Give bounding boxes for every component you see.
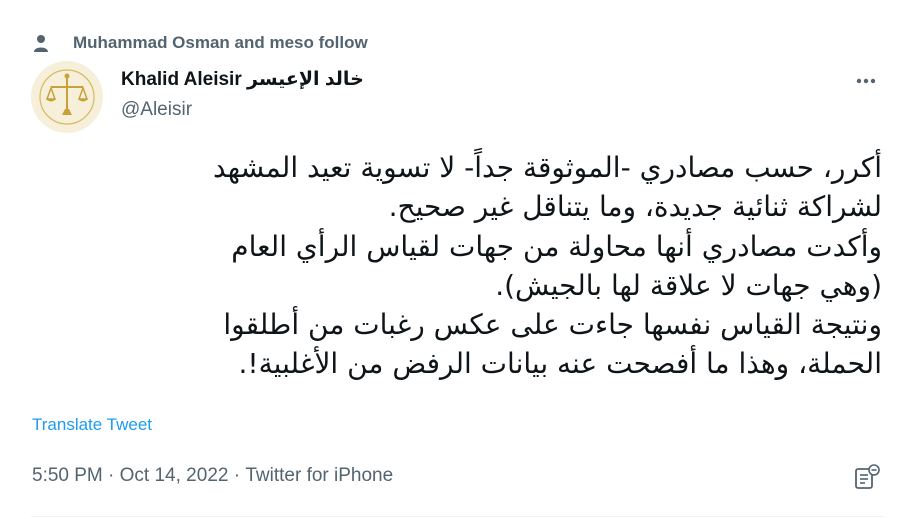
translate-tweet-link[interactable]: Translate Tweet: [32, 415, 152, 435]
author-display-name[interactable]: Khalid Aleisir خالد الإعيسر: [121, 68, 364, 92]
tweet-detail: Muhammad Osman and meso follow Khalid Al…: [0, 0, 907, 519]
tweet-time[interactable]: 5:50 PM: [32, 465, 103, 487]
tweet-text-line: وأكدت مصادري أنها محاولة من جهات لقياس ا…: [231, 229, 882, 263]
author-handle[interactable]: @Aleisir: [121, 98, 364, 122]
tweet-analytics-icon[interactable]: [851, 463, 883, 493]
meta-separator: ·: [228, 465, 246, 486]
tweet-text-line: أكرر، حسب مصادري -الموثوقة جداً- لا تسوي…: [213, 151, 882, 184]
scales-of-justice-logo: [31, 61, 103, 133]
author-block[interactable]: Khalid Aleisir خالد الإعيسر @Aleisir: [121, 68, 364, 122]
more-horizontal-icon: [856, 78, 876, 84]
tweet-text-line: (وهي جهات لا علاقة لها بالجيش).: [495, 268, 882, 302]
tweet-metadata: 5:50 PM · Oct 14, 2022 · Twitter for iPh…: [32, 465, 393, 487]
tweet-text-line: الحملة، وهذا ما أفصحت عنه بيانات الرفض م…: [238, 347, 882, 381]
more-options-button[interactable]: [849, 66, 883, 96]
social-context[interactable]: Muhammad Osman and meso follow: [33, 31, 368, 55]
social-context-text: Muhammad Osman and meso follow: [73, 33, 368, 52]
divider: [31, 516, 883, 517]
meta-separator: ·: [102, 465, 120, 486]
tweet-text-line: ونتيجة القياس نفسها جاءت على عكس رغبات م…: [223, 308, 882, 342]
person-icon: [33, 34, 49, 52]
tweet-source[interactable]: Twitter for iPhone: [245, 465, 393, 487]
tweet-date[interactable]: Oct 14, 2022: [120, 465, 229, 487]
avatar[interactable]: [31, 61, 103, 133]
tweet-text-line: لشراكة ثنائية جديدة، وما يتناقل غير صحيح…: [388, 190, 882, 224]
tweet-text: أكرر، حسب مصادري -الموثوقة جداً- لا تسوي…: [28, 148, 882, 384]
